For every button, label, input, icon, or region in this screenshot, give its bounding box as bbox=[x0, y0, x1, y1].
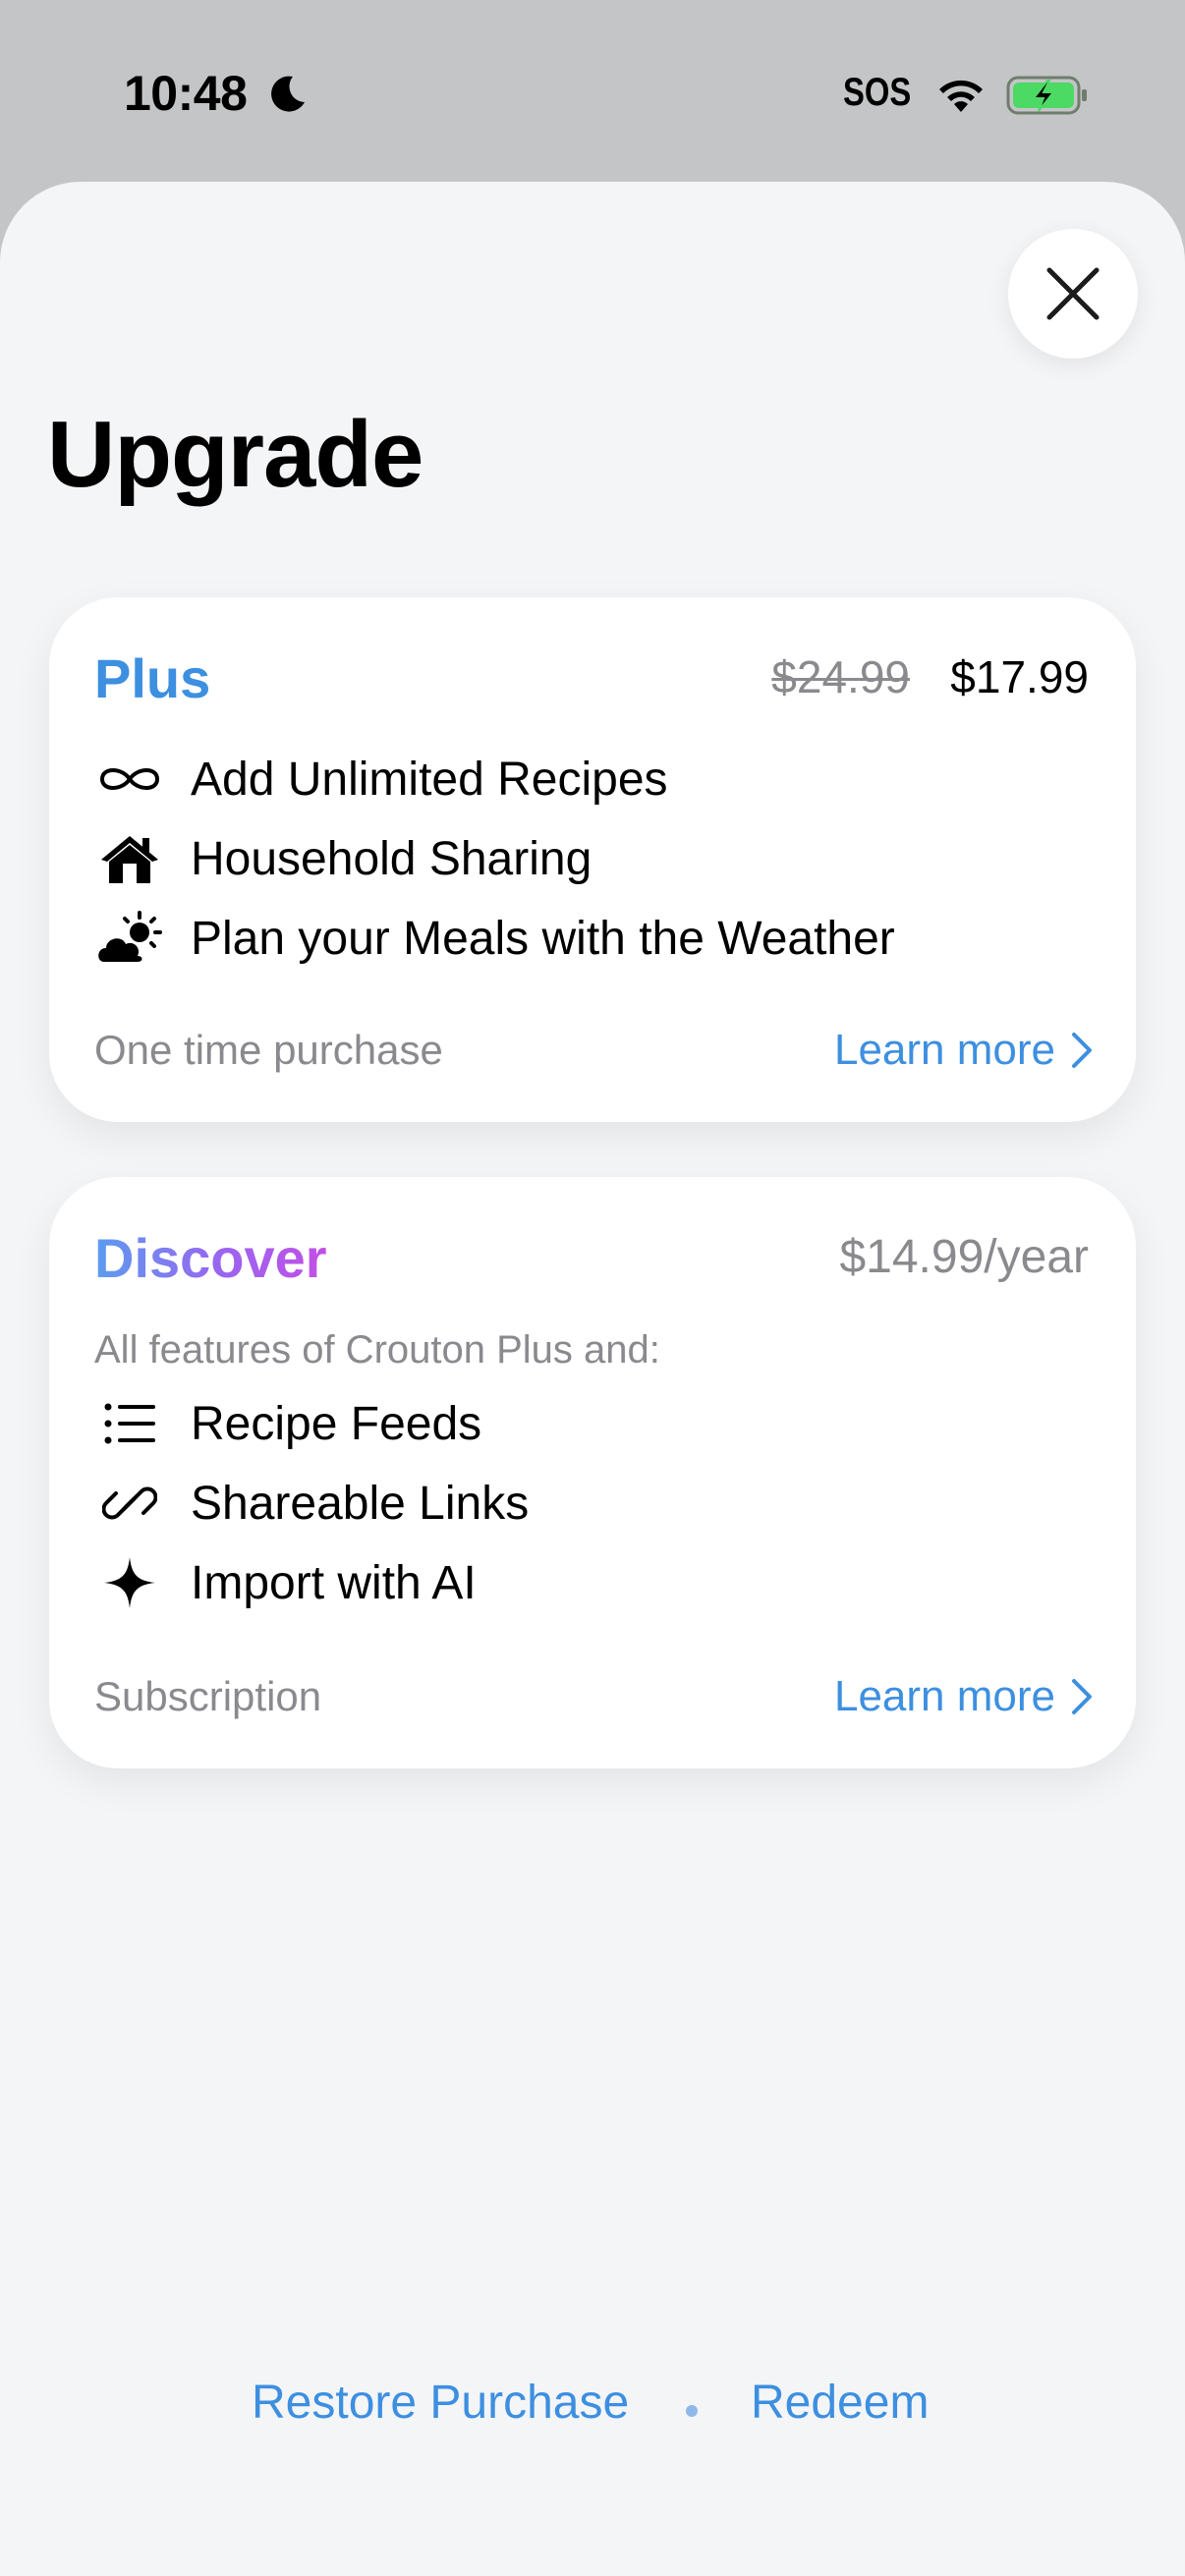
plan-card-plus[interactable]: Plus $24.99 $17.99 Add Unlimited Recipes… bbox=[49, 597, 1136, 1122]
feature-label: Household Sharing bbox=[191, 832, 592, 885]
chevron-right-icon bbox=[1072, 1033, 1092, 1068]
original-price: $24.99 bbox=[771, 651, 910, 702]
status-bar: 10:48 SOS bbox=[0, 0, 1185, 182]
plan-card-discover[interactable]: Discover $14.99/year All features of Cro… bbox=[49, 1177, 1136, 1768]
moon-icon bbox=[271, 76, 305, 112]
list-icon bbox=[94, 1389, 165, 1458]
plan-name: Plus bbox=[94, 647, 211, 709]
learn-more-label: Learn more bbox=[833, 1026, 1055, 1074]
feature-item: Add Unlimited Recipes bbox=[94, 745, 668, 813]
subscription-price: $14.99/year bbox=[839, 1231, 1089, 1283]
feature-item: Recipe Feeds bbox=[94, 1389, 481, 1458]
learn-more-link[interactable]: Learn more bbox=[834, 1672, 1093, 1721]
feature-label: Recipe Feeds bbox=[191, 1397, 482, 1450]
feature-item: Shareable Links bbox=[94, 1469, 529, 1538]
chevron-right-icon bbox=[1072, 1679, 1092, 1714]
sparkle-icon bbox=[94, 1548, 165, 1617]
close-button[interactable] bbox=[1008, 229, 1138, 359]
plan-intro: All features of Crouton Plus and: bbox=[94, 1328, 660, 1372]
learn-more-label: Learn more bbox=[833, 1672, 1055, 1720]
feature-label: Shareable Links bbox=[191, 1477, 530, 1530]
separator-dot bbox=[686, 2405, 698, 2417]
redeem-link[interactable]: Redeem bbox=[751, 2376, 929, 2430]
feature-item: Plan your Meals with the Weather bbox=[94, 904, 895, 973]
sos-indicator: SOS bbox=[843, 71, 912, 114]
plan-name: Discover bbox=[94, 1227, 327, 1289]
current-price: $17.99 bbox=[950, 651, 1089, 702]
wifi-icon bbox=[939, 80, 983, 112]
house-icon bbox=[94, 824, 165, 893]
footer-links: Restore Purchase Redeem bbox=[0, 2376, 1185, 2454]
feature-item: Import with AI bbox=[94, 1548, 477, 1617]
battery-charging-icon bbox=[1006, 76, 1087, 115]
feature-label: Import with AI bbox=[191, 1556, 477, 1609]
purchase-type: Subscription bbox=[94, 1673, 322, 1719]
learn-more-link[interactable]: Learn more bbox=[834, 1026, 1093, 1075]
link-icon bbox=[94, 1469, 165, 1538]
page-title: Upgrade bbox=[47, 402, 423, 507]
feature-label: Plan your Meals with the Weather bbox=[191, 912, 895, 965]
close-icon bbox=[1046, 267, 1100, 320]
status-time: 10:48 bbox=[124, 66, 248, 121]
feature-item: Household Sharing bbox=[94, 824, 592, 893]
restore-purchase-link[interactable]: Restore Purchase bbox=[252, 2376, 629, 2430]
purchase-type: One time purchase bbox=[94, 1027, 443, 1073]
infinity-icon bbox=[94, 745, 165, 813]
feature-label: Add Unlimited Recipes bbox=[191, 753, 668, 806]
cloud-sun-icon bbox=[94, 904, 165, 973]
